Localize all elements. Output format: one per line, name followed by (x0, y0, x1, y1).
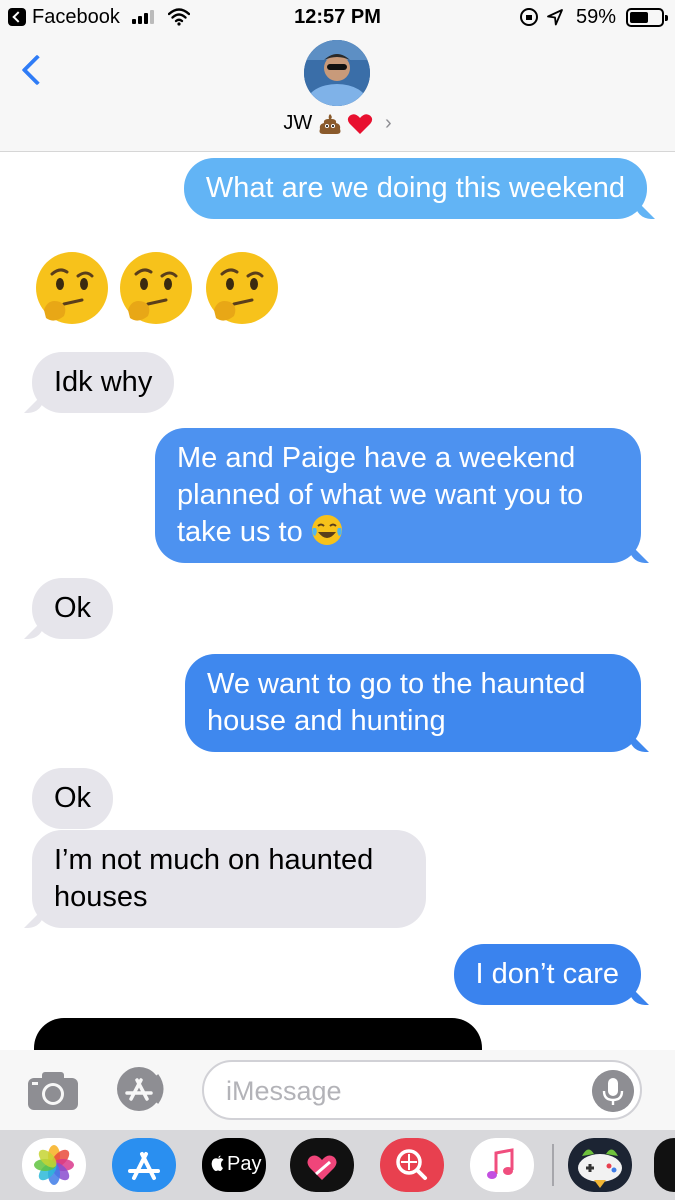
message-text: Ok (54, 592, 92, 624)
message-text: Idk why (54, 366, 153, 398)
apple-pay-label: Pay (227, 1153, 262, 1175)
clock: 12:57 PM (294, 6, 381, 28)
message-text: Ok (54, 782, 92, 814)
message-text: I don’t care (475, 958, 619, 990)
pile-of-poo-icon (319, 113, 341, 134)
back-chevron-icon[interactable] (18, 52, 48, 88)
chevron-right-icon: › (384, 112, 392, 134)
image-search-icon[interactable] (380, 1138, 444, 1192)
thinking-face-emoji-message[interactable] (34, 252, 284, 330)
digital-touch-heart-icon[interactable] (290, 1138, 354, 1192)
status-bar: Facebook 12:57 PM 59% (0, 0, 675, 36)
location-arrow-icon (547, 9, 563, 26)
game-app-icon[interactable] (568, 1138, 632, 1192)
imessage-input[interactable]: iMessage (202, 1060, 642, 1120)
more-apps-icon[interactable] (654, 1138, 675, 1192)
message-bubble-sent[interactable]: I don’t care (453, 944, 641, 1005)
message-input-bar: iMessage (0, 1050, 675, 1130)
photos-icon[interactable] (22, 1138, 86, 1192)
music-icon[interactable] (470, 1138, 534, 1192)
message-bubble-received[interactable]: Ok (32, 768, 114, 829)
message-bubble-sent[interactable]: What are we doing this weekend (183, 158, 647, 219)
thinking-face-icon (206, 252, 278, 324)
message-bubble-received[interactable]: Ok (32, 578, 114, 639)
apple-pay-button[interactable]: Pay (202, 1138, 266, 1192)
app-store-icon[interactable] (112, 1138, 176, 1192)
message-bubble-sent[interactable]: We want to go to the haunted house and h… (185, 654, 641, 752)
rotation-lock-icon (520, 8, 538, 26)
thinking-face-icon (120, 252, 192, 324)
message-text: Me and Paige have a weekend planned of w… (177, 442, 584, 548)
message-text: What are we doing this weekend (205, 172, 625, 204)
message-bubble-received[interactable]: I’m not much on haunted houses (32, 830, 426, 928)
thinking-face-icon (36, 252, 108, 324)
app-store-icon[interactable] (113, 1066, 173, 1112)
camera-icon[interactable] (26, 1068, 80, 1112)
message-bubble-sent[interactable]: Me and Paige have a weekend planned of w… (155, 428, 641, 563)
microphone-icon[interactable] (592, 1070, 634, 1112)
message-text: I’m not much on haunted houses (54, 844, 374, 913)
conversation-header: JW › (0, 36, 675, 152)
contact-name-button[interactable]: JW › (0, 112, 675, 135)
contact-name: JW (283, 112, 313, 134)
red-heart-icon (348, 113, 373, 134)
battery-icon (626, 8, 668, 27)
contact-avatar[interactable] (304, 40, 370, 106)
face-with-tears-of-joy-icon (311, 515, 342, 545)
message-bubble-received[interactable]: Idk why (32, 352, 175, 413)
app-drawer: Pay (0, 1130, 675, 1200)
message-text: We want to go to the haunted house and h… (207, 668, 586, 737)
imessage-placeholder: iMessage (226, 1076, 342, 1106)
apple-logo-icon (211, 1155, 224, 1171)
battery-percent: 59% (576, 6, 617, 28)
app-drawer-divider (552, 1144, 554, 1186)
